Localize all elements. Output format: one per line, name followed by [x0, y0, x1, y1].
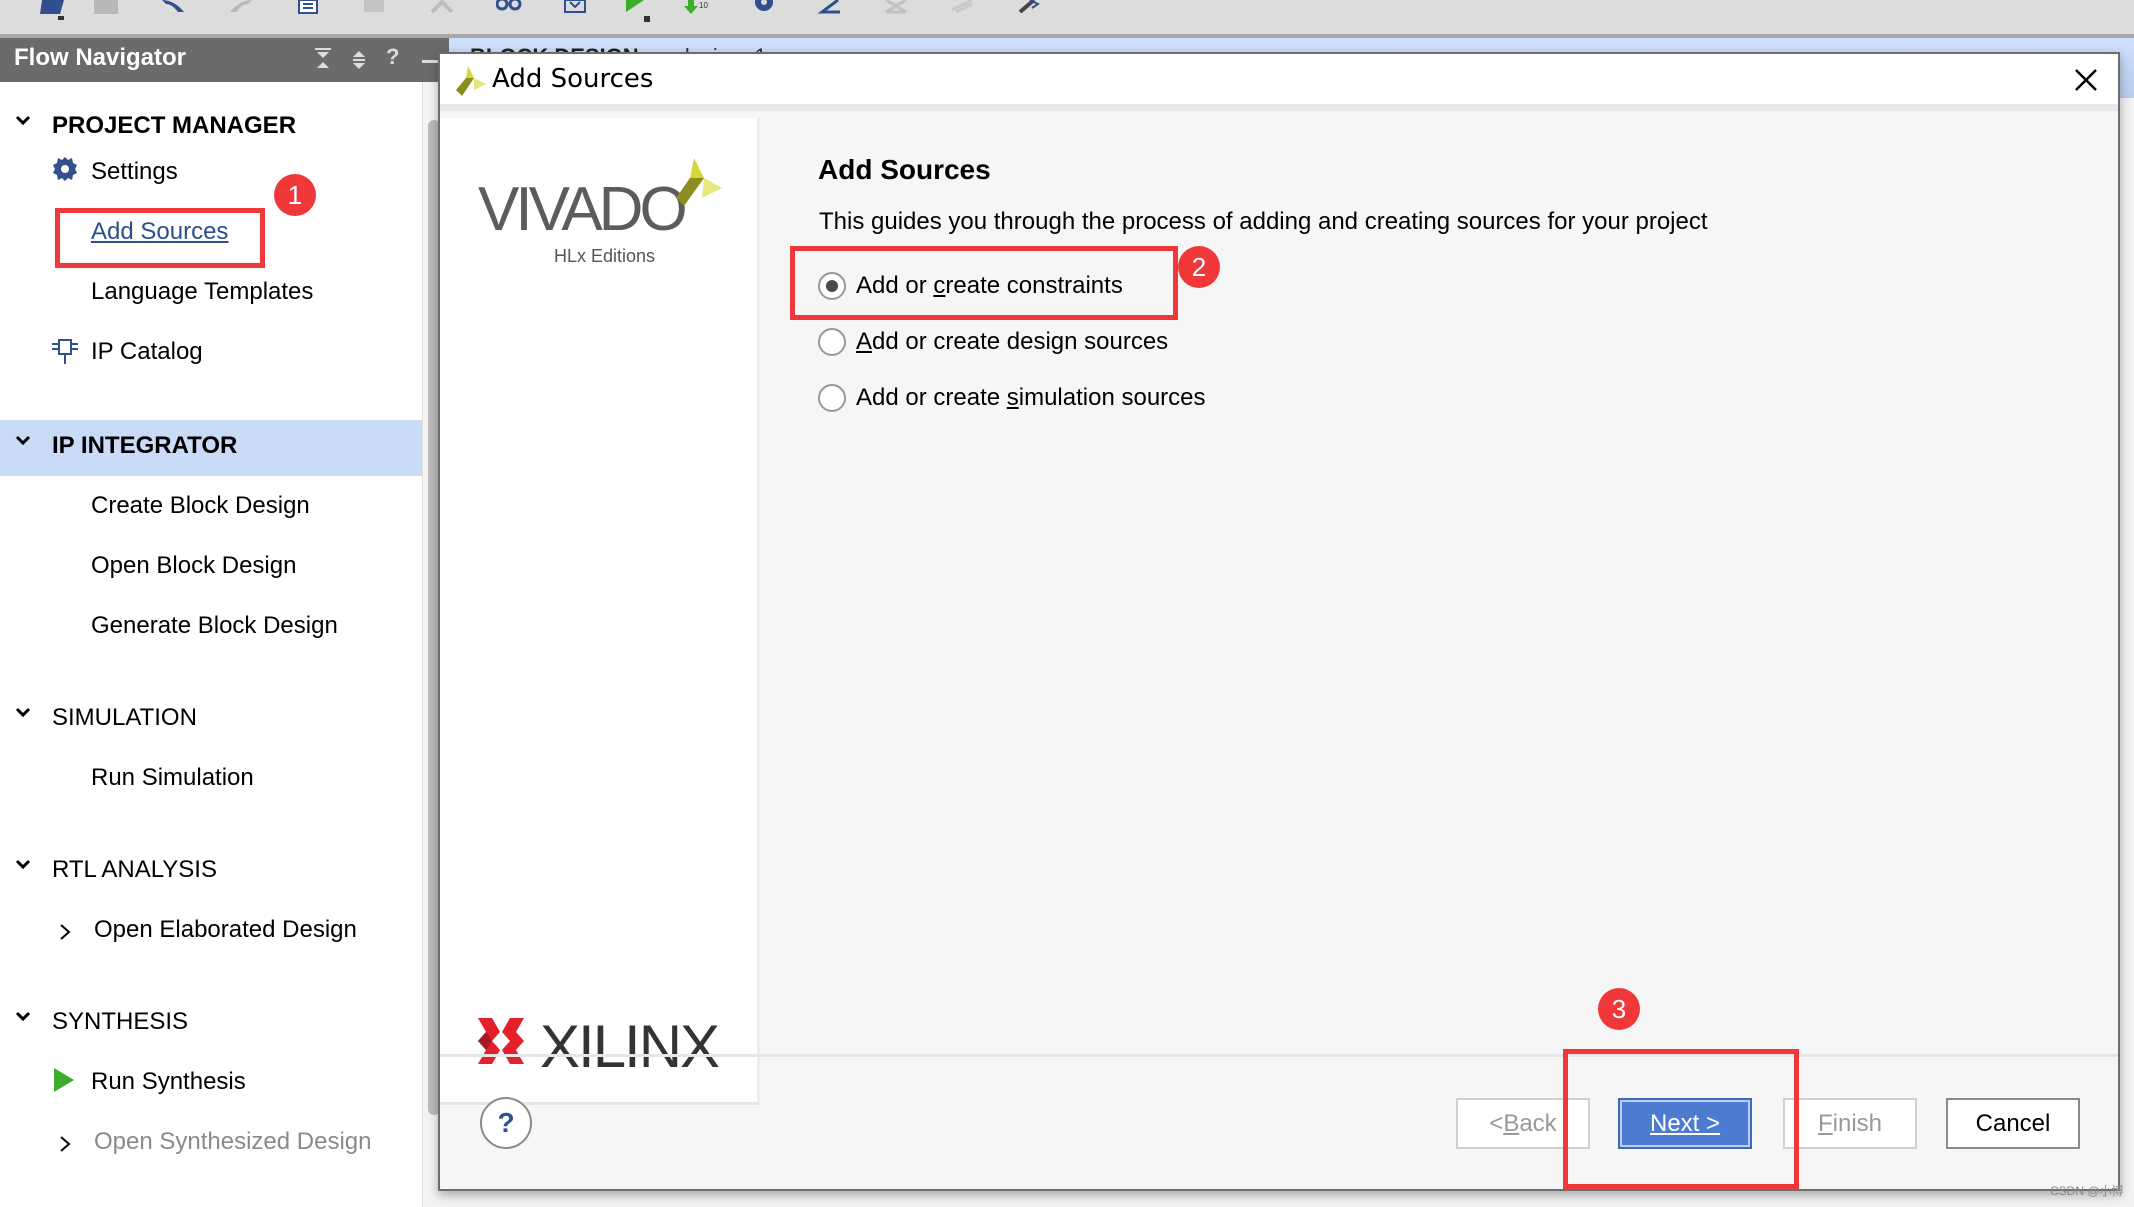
option-label: Add or create design sources [856, 328, 1169, 355]
report-icon[interactable] [298, 0, 318, 14]
sidebar-item-ip-catalog[interactable]: IP Catalog [91, 338, 203, 366]
chevron-down-icon[interactable] [14, 1008, 32, 1026]
expand-all-icon[interactable] [350, 48, 368, 70]
sidebar-item-generate-block-design[interactable]: Generate Block Design [91, 612, 338, 640]
annotation-box-2 [790, 246, 1178, 320]
finish-button[interactable]: Finish [1783, 1098, 1917, 1149]
radio-button[interactable] [818, 328, 846, 356]
content-heading: Add Sources [818, 154, 991, 185]
section-synthesis[interactable]: SYNTHESIS [0, 996, 422, 1052]
cross-probe-icon[interactable] [884, 0, 908, 14]
download-icon[interactable]: 10 [684, 0, 714, 16]
help-button[interactable]: ? [480, 1097, 532, 1149]
section-label: IP INTEGRATOR [52, 432, 238, 459]
content-description: This guides you through the process of a… [819, 208, 1708, 235]
vivado-logo-icon [456, 66, 486, 96]
cancel-button[interactable]: Cancel [1946, 1098, 2080, 1149]
dialog-titlebar: Add Sources [440, 54, 2118, 111]
redo-icon[interactable] [228, 0, 254, 14]
footer-divider [440, 1054, 2118, 1057]
sidebar-item-open-block-design[interactable]: Open Block Design [91, 552, 296, 580]
watermark: CSDN @小博 [2050, 1184, 2124, 1198]
settings-icon[interactable] [752, 0, 776, 14]
option-label: Add or create simulation sources [856, 384, 1206, 411]
binoculars-icon[interactable] [496, 0, 522, 12]
annotation-box-1 [55, 208, 265, 268]
chevron-right-icon[interactable] [58, 922, 72, 942]
xilinx-logo-icon [478, 1018, 524, 1064]
dialog-branding-panel: VIVADO HLx Editions XILINX [440, 118, 760, 1105]
new-project-icon[interactable] [40, 0, 66, 20]
chevron-right-icon[interactable] [58, 1134, 72, 1154]
run-icon [54, 1068, 74, 1092]
collapse-all-icon[interactable] [314, 48, 332, 70]
annotation-badge-3: 3 [1598, 988, 1640, 1030]
section-label: SYNTHESIS [52, 1008, 189, 1035]
vivado-logo-icon [676, 158, 722, 206]
chevron-down-icon[interactable] [14, 704, 32, 722]
clear-icon[interactable] [950, 0, 974, 14]
chevron-down-icon[interactable] [14, 112, 32, 130]
xilinx-wordmark: XILINX [540, 1013, 720, 1080]
flow-navigator-title: Flow Navigator [14, 44, 187, 71]
flow-navigator-header: Flow Navigator ? [0, 38, 449, 82]
main-toolbar: 10 [0, 0, 2134, 38]
help-icon[interactable]: ? [386, 44, 399, 70]
hlx-editions-label: HLx Editions [554, 246, 656, 266]
chevron-down-icon[interactable] [14, 432, 32, 450]
sidebar-item-open-synthesized-design[interactable]: Open Synthesized Design [94, 1128, 372, 1156]
sidebar-item-create-block-design[interactable]: Create Block Design [91, 492, 310, 520]
section-ip-integrator[interactable]: IP INTEGRATOR [0, 420, 422, 476]
annotation-badge-2: 2 [1178, 246, 1220, 288]
annotation-box-3 [1563, 1049, 1799, 1189]
section-rtl-analysis[interactable]: RTL ANALYSIS [0, 844, 422, 900]
vivado-wordmark: VIVADO [478, 175, 688, 244]
checkpoint-icon[interactable] [564, 0, 586, 14]
gear-icon [53, 157, 77, 181]
chevron-down-icon[interactable] [14, 856, 32, 874]
sidebar-item-language-templates[interactable]: Language Templates [91, 278, 313, 306]
section-label: RTL ANALYSIS [52, 856, 217, 883]
option-add-simulation-sources[interactable]: Add or create simulation sources [818, 380, 1206, 416]
sidebar-item-settings[interactable]: Settings [91, 158, 178, 186]
annotation-badge-1: 1 [274, 174, 316, 216]
close-icon[interactable] [2068, 62, 2104, 98]
save-icon[interactable] [94, 0, 118, 14]
section-label: PROJECT MANAGER [52, 112, 297, 139]
radio-button[interactable] [818, 384, 846, 412]
svg-text:10: 10 [699, 1, 708, 10]
ip-catalog-icon [52, 339, 78, 364]
sidebar-item-open-elaborated-design[interactable]: Open Elaborated Design [94, 916, 357, 944]
sigma-icon[interactable] [818, 0, 842, 14]
dialog-title: Add Sources [492, 64, 654, 94]
sidebar-item-run-simulation[interactable]: Run Simulation [91, 764, 254, 792]
section-project-manager[interactable]: PROJECT MANAGER [0, 100, 422, 156]
delete-icon[interactable] [430, 0, 454, 14]
copy-icon[interactable] [364, 0, 388, 14]
add-sources-dialog: Add Sources VIVADO HLx Editions XILINX A… [438, 52, 2120, 1191]
run-icon[interactable] [624, 0, 654, 24]
section-simulation[interactable]: SIMULATION [0, 692, 422, 748]
option-add-design-sources[interactable]: Add or create design sources [818, 324, 1168, 360]
section-label: SIMULATION [52, 704, 197, 731]
sidebar-item-run-synthesis[interactable]: Run Synthesis [91, 1068, 246, 1096]
undo-icon[interactable] [160, 0, 186, 14]
tools-icon[interactable] [1016, 0, 1040, 14]
